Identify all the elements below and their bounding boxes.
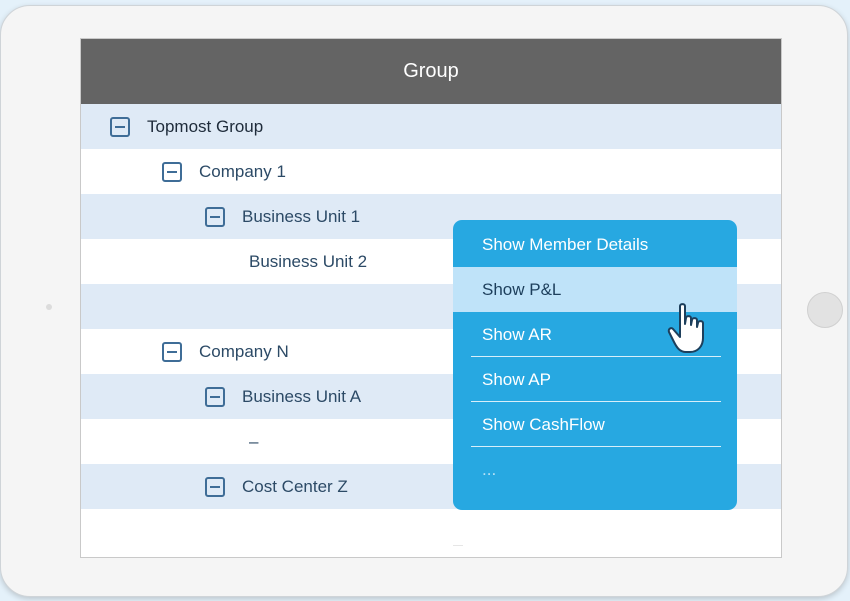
tree-row-topmost-group[interactable]: Topmost Group (81, 104, 781, 149)
tree-row-label: – (249, 431, 259, 451)
tree-row-empty (81, 509, 781, 554)
column-header-title: Group (403, 60, 459, 82)
tree-row-label: Business Unit 1 (242, 206, 361, 226)
collapse-minus-icon[interactable] (110, 116, 130, 137)
menu-item-label: ... (482, 459, 497, 479)
tree-row-label: Company 1 (199, 161, 286, 181)
context-menu: Show Member Details Show P&L Show AR Sho… (453, 220, 737, 510)
menu-item-label: Show CashFlow (482, 414, 605, 434)
scroll-indicator (453, 545, 463, 546)
tree-row-label: Business Unit A (242, 386, 362, 406)
menu-item-label: Show AR (482, 324, 552, 344)
tree-row-label: Company N (199, 341, 289, 361)
collapse-minus-icon[interactable] (205, 206, 225, 227)
tree-row-label: Cost Center Z (242, 476, 348, 496)
collapse-minus-icon[interactable] (162, 161, 182, 182)
collapse-minus-icon[interactable] (162, 341, 182, 362)
camera-dot (46, 304, 52, 310)
menu-item-show-ap[interactable]: Show AP (453, 357, 737, 402)
menu-item-label: Show P&L (482, 279, 562, 299)
menu-item-label: Show Member Details (482, 234, 649, 254)
menu-item-label: Show AP (482, 369, 551, 389)
tree-row-label: Business Unit 2 (249, 251, 368, 271)
home-button[interactable] (807, 292, 843, 328)
menu-item-more[interactable]: ... (453, 447, 737, 492)
tree-row-label: Topmost Group (147, 116, 264, 136)
menu-item-show-member-details[interactable]: Show Member Details (453, 220, 737, 267)
tree-row-company-1[interactable]: Company 1 (81, 149, 781, 194)
collapse-minus-icon[interactable] (205, 476, 225, 497)
column-header: Group (81, 39, 781, 104)
menu-item-show-cashflow[interactable]: Show CashFlow (453, 402, 737, 447)
hand-pointer-icon (667, 303, 704, 353)
collapse-minus-icon[interactable] (205, 386, 225, 407)
